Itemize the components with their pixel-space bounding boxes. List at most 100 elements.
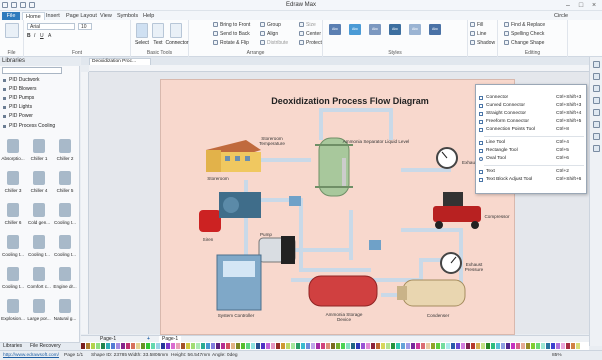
label-system-controller[interactable]: System Controller (212, 313, 260, 318)
font-family-select[interactable]: Arial (27, 23, 75, 30)
select-tool-button[interactable] (136, 23, 148, 38)
diagram-page[interactable] (160, 79, 515, 335)
menu-file[interactable]: File (2, 12, 20, 20)
library-item-ductwork[interactable]: PID Ductwork (2, 77, 78, 84)
label-condenser[interactable]: Condenser (420, 313, 456, 318)
maximize-button[interactable]: □ (575, 1, 587, 10)
minimize-button[interactable]: – (562, 1, 574, 10)
tab-libraries[interactable]: Libraries (3, 343, 22, 350)
shape-absorption[interactable]: Absorptio... (1, 137, 25, 167)
menu-item-line-tool[interactable]: Line Tool Ctrl+4 (476, 139, 588, 147)
shape-cooling-tower-2[interactable]: Cooling t... (1, 233, 25, 263)
protect-button[interactable]: Protect (299, 40, 322, 47)
menu-item-freeform-connector[interactable]: Freeform Connector Ctrl+Shift+5 (476, 118, 588, 126)
label-storeroom[interactable]: Storeroom (200, 176, 236, 181)
library-item-lights[interactable]: PID Lights (2, 104, 78, 111)
shape-chiller-5[interactable]: Chiller 5 (53, 169, 77, 199)
rotate-flip-button[interactable]: Rotate & Flip (213, 40, 249, 47)
panel-icon-3[interactable] (593, 85, 600, 92)
spelling-check-button[interactable]: Spelling Check (504, 31, 544, 38)
shape-comfort-cooler[interactable]: Comfort c... (27, 265, 51, 295)
send-to-back-button[interactable]: Send to Back (213, 31, 250, 38)
italic-button[interactable]: I (34, 33, 35, 40)
paste-button[interactable] (5, 23, 19, 38)
shape-cooling-tower-3[interactable]: Cooling t... (27, 233, 51, 263)
style-swatch-6[interactable]: Abc (429, 24, 441, 35)
label-siren[interactable]: Siren (198, 237, 218, 242)
panel-icon-7[interactable] (593, 133, 600, 140)
shape-chiller-3[interactable]: Chiller 3 (1, 169, 25, 199)
change-shape-button[interactable]: Change Shape (504, 40, 544, 47)
status-url[interactable]: http://www.edrawsoft.com/ (3, 352, 59, 360)
style-swatch-2[interactable]: Abc (349, 24, 361, 35)
label-storeroom-temperature[interactable]: Storeroom Temperature (252, 136, 292, 147)
shape-engine-driven[interactable]: Engine dr... (53, 265, 77, 295)
style-swatch-4[interactable]: Abc (389, 24, 401, 35)
panel-icon-8[interactable] (593, 145, 600, 152)
shape-natural-gas[interactable]: Natural g... (53, 297, 77, 327)
color-palette[interactable] (81, 342, 589, 350)
shape-chiller-2[interactable]: Chiller 2 (53, 137, 77, 167)
text-tool-button[interactable] (152, 23, 164, 38)
underline-button[interactable]: U (40, 33, 44, 40)
shape-chiller-6[interactable]: Chiller 6 (1, 201, 25, 231)
menu-item-curved-connector[interactable]: Curved Connector Ctrl+Shift+3 (476, 102, 588, 110)
library-item-blowers[interactable]: PID Blowers (2, 86, 78, 93)
menu-item-connection-points[interactable]: Connection Points Tool Ctrl+8 (476, 126, 588, 134)
font-color-button[interactable]: A (48, 33, 51, 40)
shape-cooling-tower-5[interactable]: Cooling t... (1, 265, 25, 295)
fill-button[interactable]: Fill (470, 22, 483, 29)
label-exhaust-pressure-bottom[interactable]: Exhaust Pressure (460, 262, 488, 273)
menu-symbols[interactable]: Symbols (114, 12, 141, 20)
panel-icon-4[interactable] (593, 97, 600, 104)
document-tab[interactable]: Deoxidization Proc... (89, 58, 151, 65)
bring-to-front-button[interactable]: Bring to Front (213, 22, 250, 29)
line-button[interactable]: Line (470, 31, 486, 38)
menu-item-straight-connector[interactable]: Straight Connector Ctrl+Shift+4 (476, 110, 588, 118)
panel-icon-6[interactable] (593, 121, 600, 128)
label-exhaust-pressure-top[interactable]: Exhaust Pressure (462, 160, 476, 165)
palette-swatches[interactable] (81, 342, 589, 350)
find-replace-button[interactable]: Find & Replace (504, 22, 545, 29)
panel-icon-2[interactable] (593, 73, 600, 80)
library-item-pumps[interactable]: PID Pumps (2, 95, 78, 102)
style-swatch-1[interactable]: Abc (329, 24, 341, 35)
distribute-button[interactable]: Distribute (260, 40, 288, 47)
label-ammonia-storage[interactable]: Ammonia Storage Device (318, 312, 370, 323)
menu-item-text[interactable]: Text Ctrl+2 (476, 168, 588, 176)
label-compressor[interactable]: Compressor (482, 214, 512, 219)
size-button[interactable]: Size (299, 22, 316, 29)
tab-file-recovery[interactable]: File Recovery (30, 343, 61, 350)
library-item-power[interactable]: PID Power (2, 113, 78, 120)
style-swatch-3[interactable]: Abc (369, 24, 381, 35)
shape-large-portable[interactable]: Large por... (27, 297, 51, 327)
shape-cooling-tower-4[interactable]: Cooling t... (53, 233, 77, 263)
menu-item-connector[interactable]: Connector Ctrl+Shift+3 (476, 94, 588, 102)
panel-icon-1[interactable] (593, 61, 600, 68)
group-button[interactable]: Group (260, 22, 281, 29)
connector-tool-button[interactable] (170, 23, 182, 38)
center-button[interactable]: Center (299, 31, 321, 38)
menu-item-rectangle-tool[interactable]: Rectangle Tool Ctrl+5 (476, 147, 588, 155)
library-item-process-cooling[interactable]: PID Process Cooling (2, 123, 78, 130)
menu-page-layout[interactable]: Page Layout (63, 12, 100, 20)
account-name[interactable]: Circle (551, 12, 571, 20)
shape-cold-generator[interactable]: Cold gen... (27, 201, 51, 231)
menu-help[interactable]: Help (140, 12, 157, 20)
menu-view[interactable]: View (97, 12, 115, 20)
align-button[interactable]: Align (260, 31, 278, 38)
font-size-select[interactable]: 10 (78, 23, 92, 30)
bold-button[interactable]: B (27, 33, 31, 40)
shadow-button[interactable]: Shadow (470, 40, 495, 47)
diagram-title[interactable]: Deoxidization Process Flow Diagram (250, 96, 450, 106)
shape-chiller-1[interactable]: Chiller 1 (27, 137, 51, 167)
shape-explosion-proof[interactable]: Explosion... (1, 297, 25, 327)
panel-icon-5[interactable] (593, 109, 600, 116)
shape-cooling-tower-1[interactable]: Cooling t... (53, 201, 77, 231)
status-zoom[interactable]: 85% (552, 352, 562, 360)
library-search-input[interactable] (2, 67, 62, 74)
menu-item-text-block-adjust[interactable]: Text Block Adjust Tool Ctrl+Shift+6 (476, 176, 588, 184)
label-ammonia-separator[interactable]: Ammonia Separator Liquid Level (336, 139, 416, 144)
menu-item-oval-tool[interactable]: Oval Tool Ctrl+6 (476, 155, 588, 163)
style-swatch-5[interactable]: Abc (409, 24, 421, 35)
